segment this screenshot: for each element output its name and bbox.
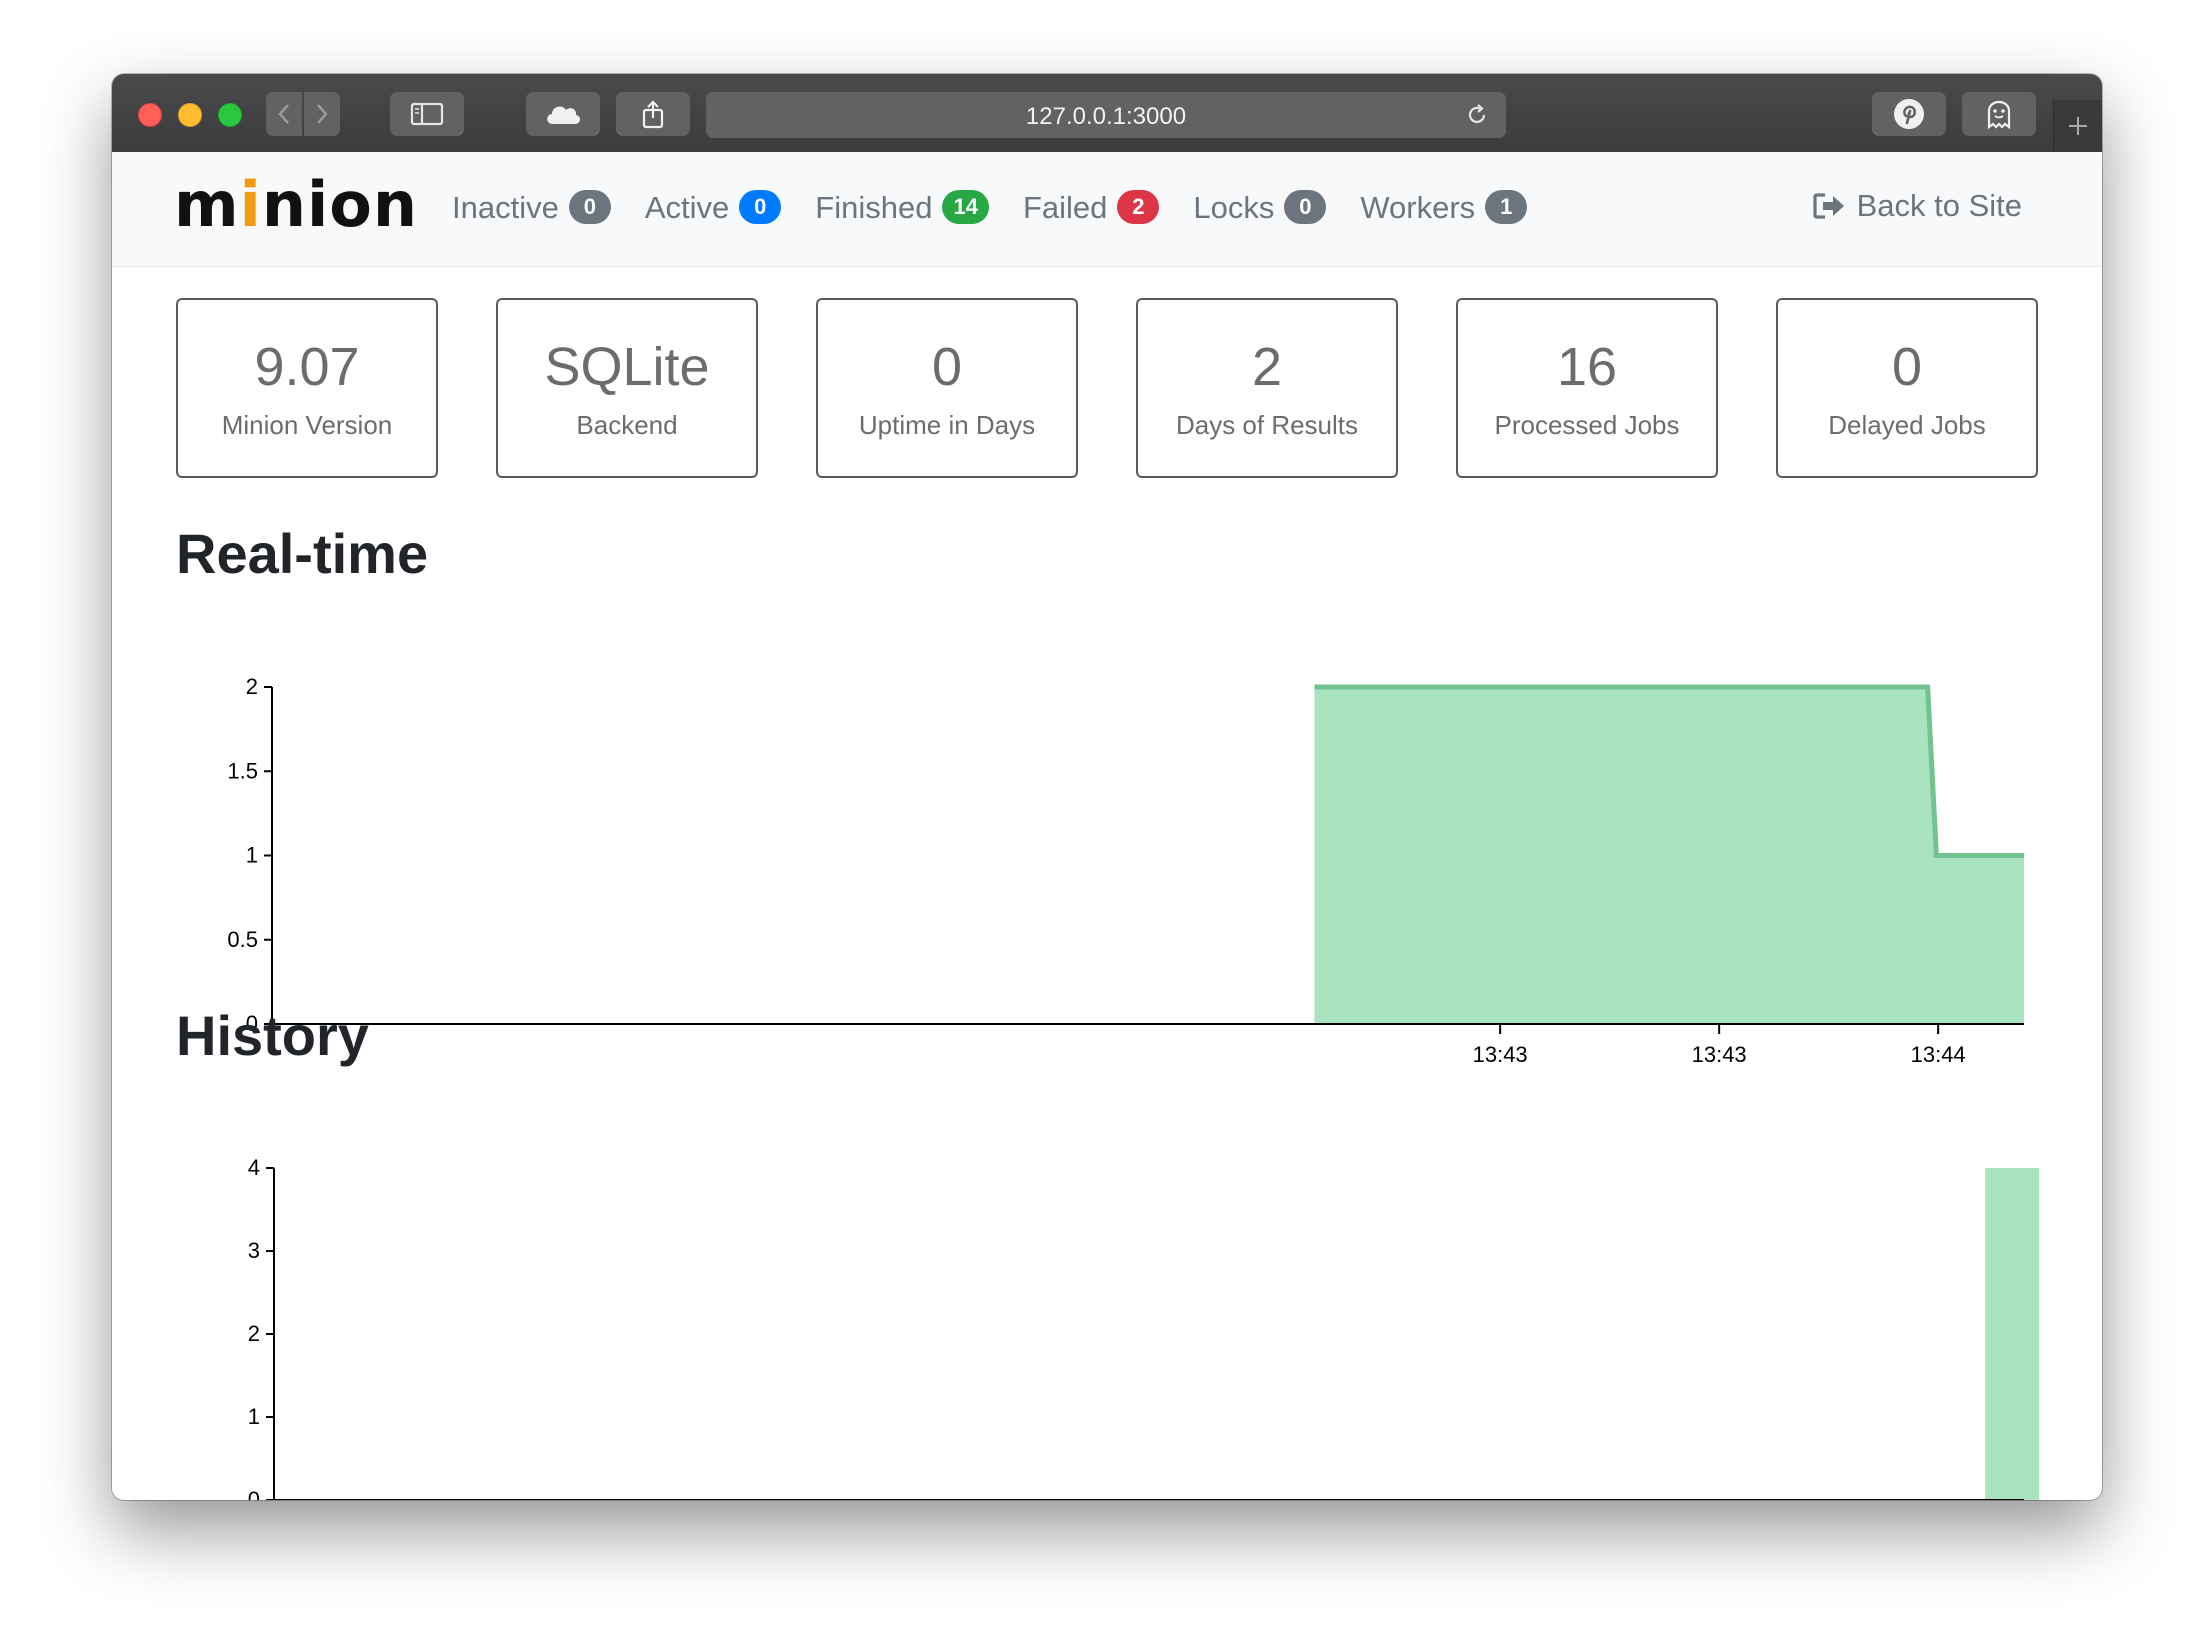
nav-links: Inactive 0 Active 0 Finished 14 Failed 2… bbox=[452, 189, 1528, 225]
stat-card-days-of-results: 2 Days of Results bbox=[1136, 298, 1398, 478]
minimize-window-button[interactable] bbox=[178, 103, 202, 127]
browser-window: 127.0.0.1:3000 minion Inactive 0 Active … bbox=[112, 74, 2102, 1500]
share-button[interactable] bbox=[616, 92, 690, 136]
count-badge: 0 bbox=[739, 190, 782, 224]
stat-card-backend: SQLite Backend bbox=[496, 298, 758, 478]
logo-text-start: m bbox=[174, 168, 240, 241]
stat-card-delayed-jobs: 0 Delayed Jobs bbox=[1776, 298, 2038, 478]
stat-label: Uptime in Days bbox=[858, 410, 1036, 440]
stat-value: 2 bbox=[1251, 337, 1283, 397]
y-tick-label: 4 bbox=[248, 1155, 260, 1180]
y-tick-label: 1.5 bbox=[227, 758, 258, 783]
y-tick-label: 1 bbox=[248, 1404, 260, 1429]
nav-link-workers[interactable]: Workers 1 bbox=[1360, 189, 1528, 225]
pinterest-extension-button[interactable] bbox=[1872, 92, 1946, 136]
count-badge: 1 bbox=[1485, 190, 1528, 224]
stat-label: Days of Results bbox=[1175, 410, 1359, 440]
stat-value: 0 bbox=[1891, 337, 1923, 397]
history-heading: History bbox=[176, 1004, 369, 1067]
chevron-right-icon bbox=[317, 104, 328, 124]
url-text: 127.0.0.1:3000 bbox=[1025, 103, 1187, 130]
stat-value: 9.07 bbox=[254, 337, 360, 397]
nav-label: Locks bbox=[1193, 189, 1275, 225]
y-tick-label: 2 bbox=[248, 1321, 260, 1346]
nav-label: Failed bbox=[1022, 189, 1108, 225]
nav-label: Workers bbox=[1360, 189, 1476, 225]
ghostery-extension-button[interactable] bbox=[1962, 92, 2036, 136]
zoom-window-button[interactable] bbox=[218, 103, 242, 127]
navbar: minion Inactive 0 Active 0 Finished 14 F… bbox=[112, 152, 2102, 267]
ghost-icon bbox=[1987, 100, 2011, 130]
sidebar-toggle-button[interactable] bbox=[390, 92, 464, 136]
realtime-heading: Real-time bbox=[176, 522, 429, 585]
stat-value: 0 bbox=[931, 337, 963, 397]
close-window-button[interactable] bbox=[138, 103, 162, 127]
browser-toolbar: 127.0.0.1:3000 bbox=[112, 74, 2102, 153]
stat-card-processed-jobs: 16 Processed Jobs bbox=[1456, 298, 1718, 478]
nav-link-locks[interactable]: Locks 0 bbox=[1193, 189, 1327, 225]
count-badge: 2 bbox=[1117, 190, 1160, 224]
nav-link-finished[interactable]: Finished 14 bbox=[815, 190, 989, 224]
realtime-chart: 00.511.5213:43 13:43 13:44 bbox=[227, 674, 2024, 1067]
y-tick-label: 2 bbox=[246, 674, 258, 699]
stat-label: Delayed Jobs bbox=[1828, 410, 1986, 440]
x-tick-label: 13:44 bbox=[1911, 1042, 1966, 1067]
history-bar bbox=[1985, 1168, 2040, 1500]
nav-link-inactive[interactable]: Inactive 0 bbox=[452, 190, 611, 224]
y-tick-label: 1 bbox=[246, 843, 258, 868]
stat-label: Backend bbox=[576, 410, 678, 440]
realtime-area bbox=[1314, 687, 2024, 1024]
nav-link-active[interactable]: Active 0 bbox=[644, 189, 782, 225]
count-badge: 0 bbox=[568, 190, 611, 224]
nav-label: Finished bbox=[815, 189, 933, 225]
stats-row: 9.07 Minion Version SQLite Backend 0 Upt… bbox=[176, 298, 2038, 478]
pinterest-icon bbox=[1894, 99, 1924, 129]
address-bar[interactable]: 127.0.0.1:3000 bbox=[706, 92, 1506, 138]
cloud-icon bbox=[547, 106, 581, 124]
nav-label: Inactive bbox=[452, 189, 559, 225]
stat-card-version: 9.07 Minion Version bbox=[176, 298, 438, 478]
y-tick-label: 0 bbox=[248, 1487, 260, 1500]
back-button[interactable] bbox=[266, 92, 302, 136]
back-to-site-label: Back to Site bbox=[1856, 188, 2022, 223]
minion-logo[interactable]: minion bbox=[174, 174, 418, 236]
forward-button[interactable] bbox=[304, 92, 340, 136]
plus-icon bbox=[2069, 117, 2087, 135]
nav-link-failed[interactable]: Failed 2 bbox=[1022, 189, 1160, 225]
reload-icon[interactable] bbox=[1464, 102, 1490, 128]
x-tick-label: 13:43 bbox=[1473, 1042, 1528, 1067]
stat-value: 16 bbox=[1556, 337, 1618, 397]
new-tab-button[interactable] bbox=[2053, 100, 2102, 152]
history-chart: 0123414:0016:0018:0020:0022:0000:0002:00… bbox=[248, 1155, 2040, 1500]
stat-value: SQLite bbox=[544, 337, 710, 397]
sidebar-icon bbox=[410, 102, 444, 126]
nav-label: Active bbox=[644, 189, 730, 225]
y-tick-label: 0.5 bbox=[227, 927, 258, 952]
y-tick-label: 3 bbox=[248, 1238, 260, 1263]
logo-text-accent: i bbox=[239, 168, 262, 241]
icloud-tabs-button[interactable] bbox=[526, 92, 600, 136]
stat-card-uptime: 0 Uptime in Days bbox=[816, 298, 1078, 478]
count-badge: 14 bbox=[942, 190, 989, 224]
share-icon bbox=[642, 100, 664, 129]
sign-out-icon bbox=[1812, 192, 1844, 219]
back-to-site-link[interactable]: Back to Site bbox=[1812, 188, 2022, 223]
chevron-left-icon bbox=[278, 104, 289, 124]
stat-label: Processed Jobs bbox=[1494, 410, 1680, 440]
logo-text-end: nion bbox=[261, 168, 418, 241]
count-badge: 0 bbox=[1284, 190, 1327, 224]
x-tick-label: 13:43 bbox=[1692, 1042, 1747, 1067]
stat-label: Minion Version bbox=[221, 410, 393, 440]
